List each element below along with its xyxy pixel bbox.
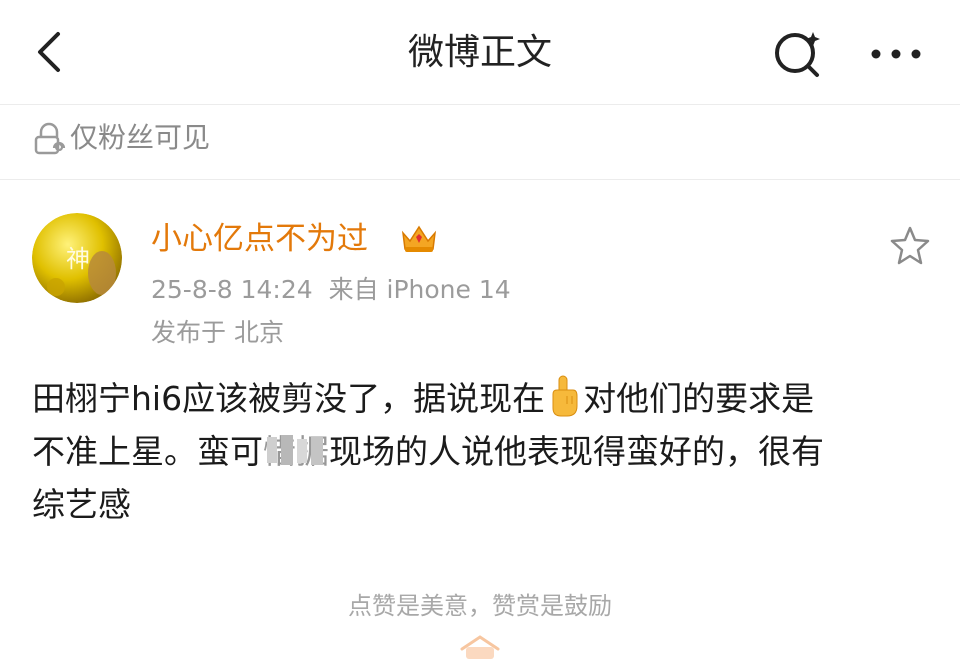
author-name[interactable]: 小心亿点不为过: [151, 218, 368, 260]
post-text: 据现场的人说他表现得蛮好的，很有: [296, 432, 824, 471]
post-text: 不准上星。蛮可: [32, 432, 263, 471]
post-line: 综艺感: [32, 478, 932, 531]
pixelation-overlay: [263, 431, 329, 471]
more-dots-icon: [871, 49, 921, 59]
top-navigation-bar: 微博正文: [0, 0, 960, 105]
post-text: 综艺感: [32, 485, 131, 524]
star-icon: [890, 226, 930, 265]
avatar[interactable]: 神: [32, 213, 122, 303]
pointing-up-hand-icon: [552, 375, 578, 417]
lock-icon: [34, 122, 66, 155]
crown-icon: [401, 225, 437, 252]
post-text: 对他们的要求是: [583, 379, 815, 418]
search-icon: [775, 32, 820, 77]
more-options-button[interactable]: [866, 34, 926, 74]
post-meta: 25-8-8 14:24 来自 iPhone 14: [151, 272, 511, 308]
reward-tip: 点赞是美意，赞赏是鼓励: [348, 592, 612, 620]
post-line: 田栩宁hi6应该被剪没了，据说现在 对他们的要求是: [32, 372, 932, 425]
favorite-button[interactable]: [888, 224, 932, 268]
post-text: 田栩宁hi6应该被剪没了，据说现在: [32, 379, 546, 418]
post-body: 田栩宁hi6应该被剪没了，据说现在 对他们的要求是 不准上星。蛮可惜 据现场的人…: [32, 372, 932, 531]
reward-icon[interactable]: [456, 631, 504, 659]
visibility-label: 仅粉丝可见: [70, 121, 211, 154]
avatar-image: 神: [32, 213, 122, 303]
redacted-text: 惜: [263, 425, 329, 478]
post-location: 发布于 北京: [151, 318, 284, 347]
post-time: 25-8-8 14:24: [151, 275, 313, 304]
search-button[interactable]: [770, 26, 824, 80]
avatar-text: 神: [66, 245, 90, 273]
post-source: 来自 iPhone 14: [328, 275, 511, 304]
post-line: 不准上星。蛮可惜 据现场的人说他表现得蛮好的，很有: [32, 425, 932, 478]
